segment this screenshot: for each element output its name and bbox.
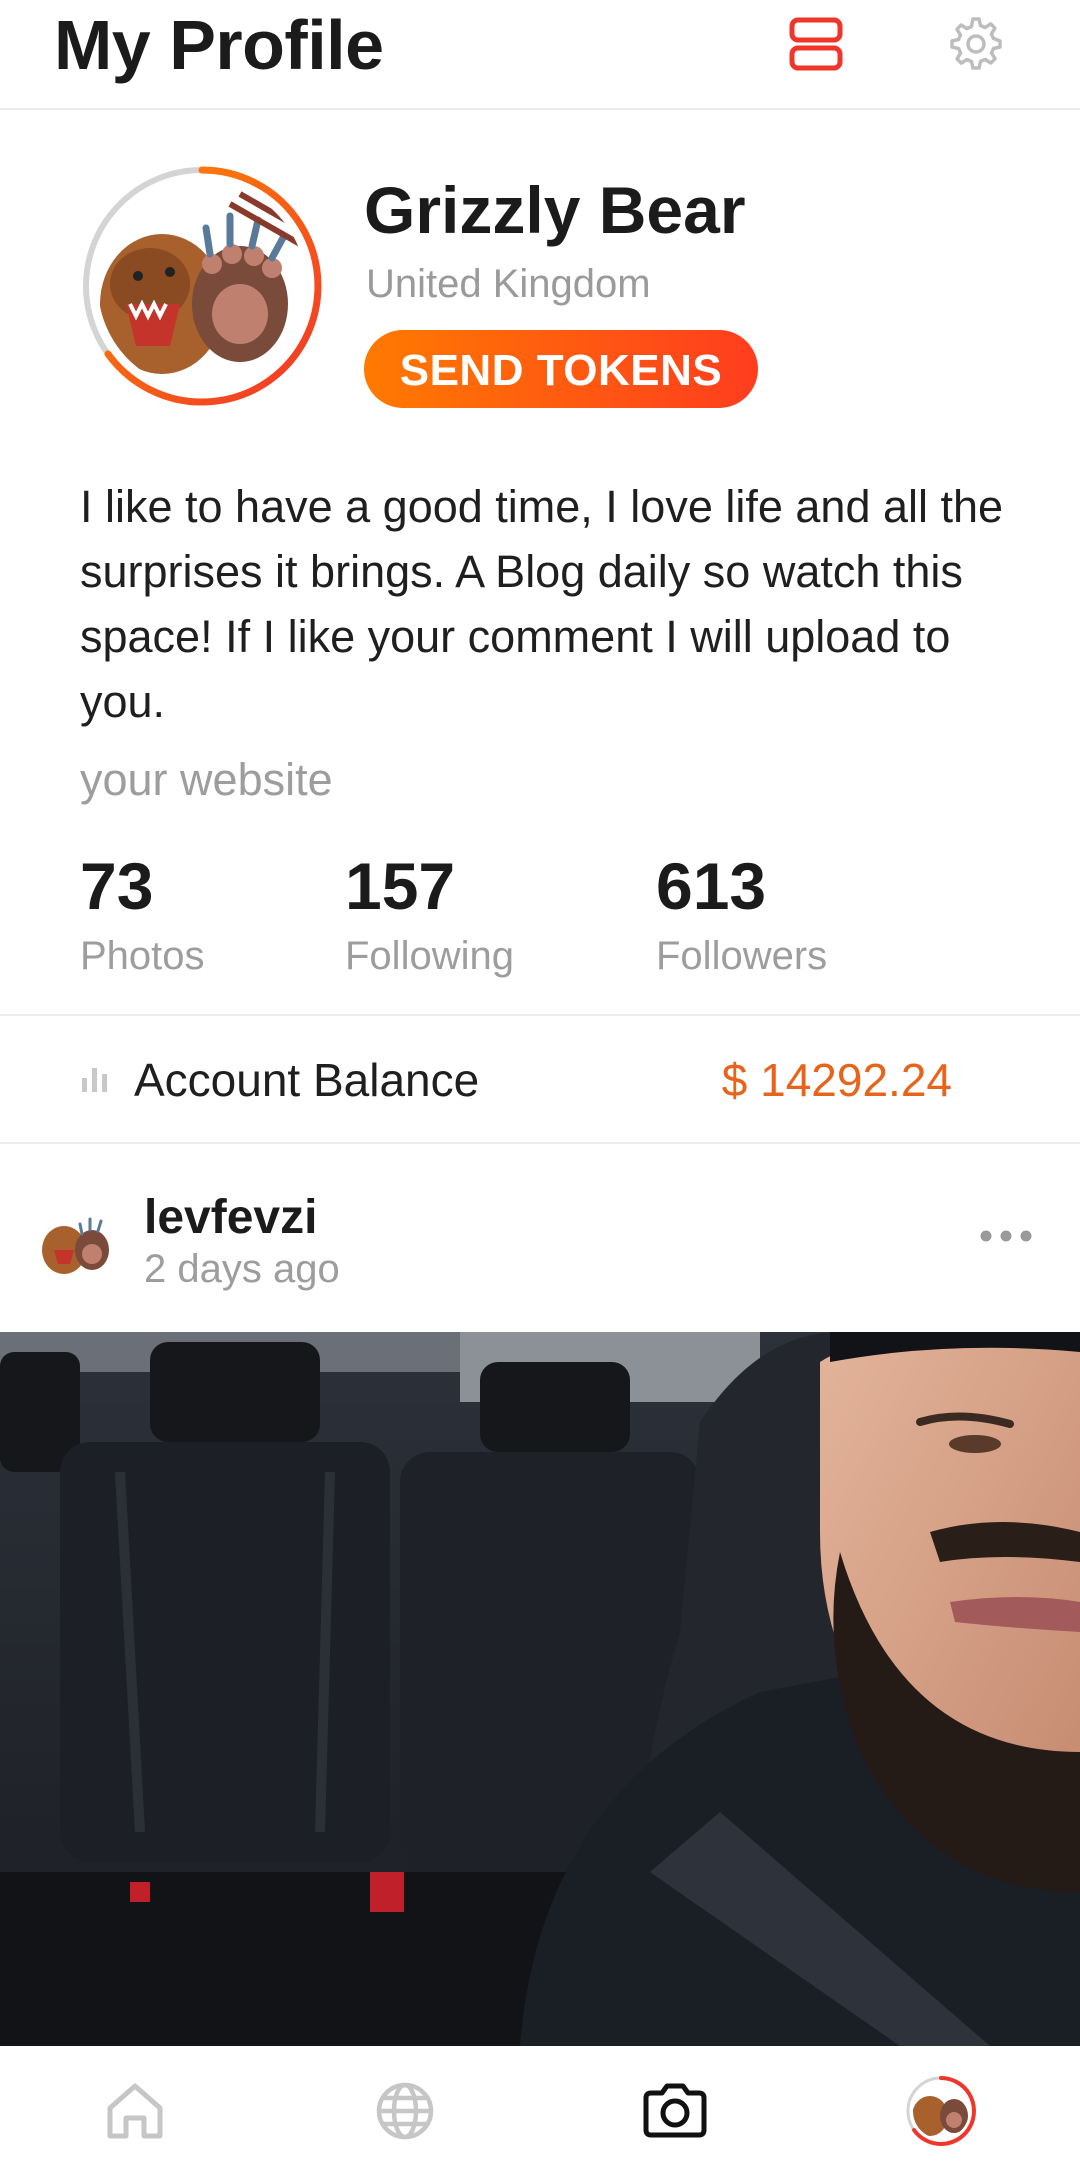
page-title: My Profile	[54, 6, 384, 84]
profile-name: Grizzly Bear	[364, 173, 746, 247]
profile-bio: I like to have a good time, I love life …	[80, 481, 1004, 727]
home-icon[interactable]	[100, 2076, 170, 2146]
bottom-tab-bar	[0, 2046, 1080, 2178]
post-header: levfevzi 2 days ago	[0, 1144, 1080, 1332]
stat-following-label: Following	[345, 934, 514, 978]
post-photo[interactable]	[0, 1332, 1080, 2046]
stat-photos-value: 73	[80, 849, 154, 923]
stat-photos-label: Photos	[80, 934, 205, 978]
globe-icon[interactable]	[370, 2076, 440, 2146]
more-horizontal-icon[interactable]	[976, 1216, 1036, 1256]
stat-followers-label: Followers	[656, 934, 828, 978]
stat-followers[interactable]: 613 Followers	[656, 846, 827, 982]
account-balance-label: Account Balance	[134, 1054, 480, 1106]
post-author-avatar[interactable]	[38, 1204, 118, 1284]
account-balance-value: $ 14292.24	[721, 1054, 952, 1106]
profile-avatar[interactable]	[80, 164, 324, 408]
camera-icon[interactable]	[640, 2076, 710, 2146]
gear-icon[interactable]	[946, 14, 1006, 74]
bar-chart-icon	[82, 1068, 107, 1092]
profile-avatar-icon[interactable]	[906, 2076, 976, 2146]
stat-following[interactable]: 157 Following	[345, 846, 514, 982]
stat-followers-value: 613	[656, 849, 767, 923]
send-tokens-button[interactable]: SEND TOKENS	[364, 330, 758, 408]
stat-following-value: 157	[345, 849, 456, 923]
top-bar: My Profile	[0, 0, 1080, 110]
stat-photos[interactable]: 73 Photos	[80, 846, 205, 982]
profile-country: United Kingdom	[366, 262, 651, 306]
layout-toggle-icon[interactable]	[786, 14, 846, 74]
post-username[interactable]: levfevzi	[144, 1190, 317, 1246]
post-timestamp: 2 days ago	[144, 1247, 340, 1291]
profile-website-link[interactable]: your website	[80, 752, 333, 808]
account-balance-row[interactable]: Account Balance $ 14292.24	[0, 1016, 1080, 1142]
